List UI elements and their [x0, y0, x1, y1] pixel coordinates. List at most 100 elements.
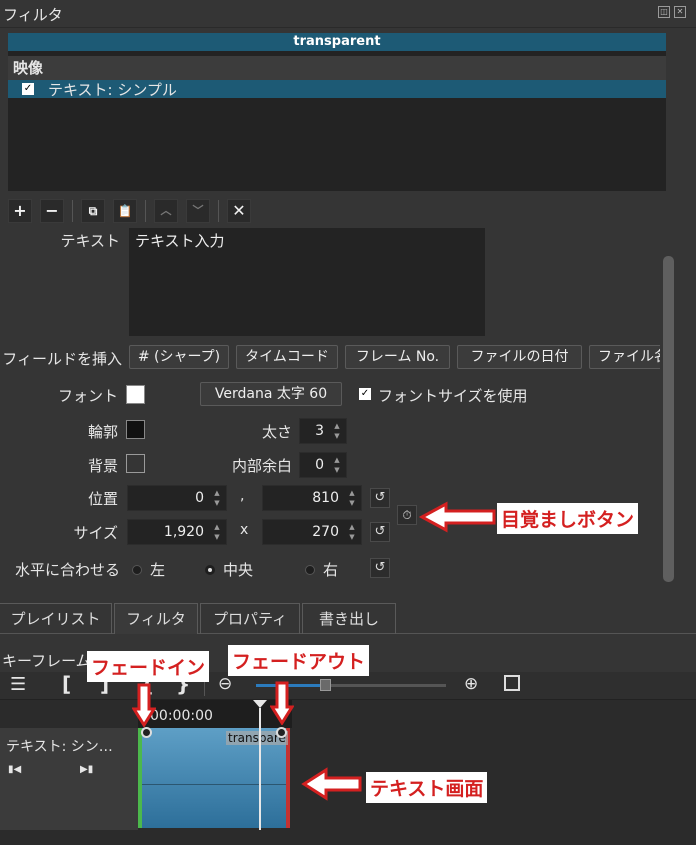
position-x-spinbox[interactable]: 0 ▲ ▼	[127, 485, 227, 511]
halign-center-radio[interactable]: 中央	[205, 559, 253, 580]
fade-out-annotation: フェードアウト	[228, 645, 370, 676]
spin-arrows-icon[interactable]: ▲ ▼	[345, 522, 359, 542]
fade-in-arrow-icon	[132, 683, 156, 727]
paste-filter-button[interactable]: 📋	[113, 199, 137, 223]
trim-in-icon[interactable]: [	[62, 672, 71, 696]
reset-size-button[interactable]: ↺	[370, 522, 390, 542]
halign-left-radio[interactable]: 左	[132, 559, 165, 580]
position-y-spinbox[interactable]: 810 ▲ ▼	[262, 485, 362, 511]
position-y-value: 810	[312, 490, 339, 506]
outline-label: 輪郭	[87, 423, 118, 441]
filter-item-label: テキスト: シンプル	[48, 80, 177, 99]
close-icon[interactable]: ✕	[674, 6, 686, 18]
use-font-size-label: フォントサイズを使用	[378, 387, 528, 405]
panel-title: フィルタ	[3, 6, 63, 24]
insert-file-date-button[interactable]: ファイルの日付	[457, 345, 582, 369]
fade-out-handle[interactable]	[276, 727, 287, 738]
timeline-clip[interactable]: transpare	[138, 728, 290, 828]
insert-filename-button[interactable]: ファイル名	[589, 345, 666, 369]
remove-filter-button[interactable]: −	[40, 199, 64, 223]
menu-icon[interactable]: ☰	[10, 674, 26, 695]
thickness-label: 太さ	[261, 423, 292, 441]
float-icon[interactable]: ◫	[658, 6, 670, 18]
reset-position-button[interactable]: ↺	[370, 488, 390, 508]
insert-field-label: フィールドを挿入	[2, 350, 122, 368]
position-x-value: 0	[195, 490, 204, 506]
filter-list-header: transparent	[8, 33, 666, 51]
filter-toolbar: + − ⧉ 📋 ︿ ﹀ ✕	[8, 199, 251, 223]
use-font-size-checkbox[interactable]: ✓	[359, 388, 371, 400]
panel-title-bar: フィルタ ◫ ✕	[0, 0, 696, 28]
tab-export[interactable]: 書き出し	[302, 603, 396, 634]
zoom-in-icon[interactable]: ⊕	[464, 674, 478, 694]
track-label: テキスト: シン…	[6, 739, 113, 755]
move-up-button[interactable]: ︿	[154, 199, 178, 223]
padding-label: 内部余白	[231, 457, 292, 475]
padding-spinbox[interactable]: 0 ▲ ▼	[299, 452, 347, 478]
prev-keyframe-icon[interactable]: ▮◀	[8, 764, 21, 775]
filter-list[interactable]: transparent 映像 ✓ テキスト: シンプル	[8, 33, 666, 191]
playhead[interactable]	[259, 708, 261, 830]
tab-filters[interactable]: フィルタ	[114, 603, 198, 634]
filter-enabled-checkbox[interactable]: ✓	[22, 83, 34, 95]
filter-category: 映像	[8, 56, 666, 80]
tab-properties[interactable]: プロパティ	[200, 603, 300, 634]
spin-arrows-icon[interactable]: ▲ ▼	[210, 488, 224, 508]
font-label: フォント	[57, 387, 118, 405]
insert-frame-button[interactable]: フレーム No.	[345, 345, 450, 369]
fade-in-annotation: フェードイン	[87, 651, 210, 682]
text-screen-arrow-icon	[301, 767, 362, 801]
toolbar-divider	[218, 200, 219, 222]
spin-arrows-icon[interactable]: ▲ ▼	[210, 522, 224, 542]
toolbar-divider	[145, 200, 146, 222]
deselect-filter-button[interactable]: ✕	[227, 199, 251, 223]
track-header: テキスト: シン… ▮◀ ▶▮	[0, 728, 138, 830]
background-color-swatch[interactable]	[126, 454, 145, 473]
alarm-arrow-icon	[418, 501, 496, 533]
spin-arrows-icon[interactable]: ▲ ▼	[330, 455, 344, 475]
size-width-spinbox[interactable]: 1,920 ▲ ▼	[127, 519, 227, 545]
spin-arrows-icon[interactable]: ▲ ▼	[330, 421, 344, 441]
filter-item-text-simple[interactable]: ✓ テキスト: シンプル	[8, 80, 666, 99]
outline-color-swatch[interactable]	[126, 420, 145, 439]
playhead-marker-icon[interactable]	[253, 700, 267, 708]
fade-in-handle[interactable]	[141, 727, 152, 738]
tab-playlist[interactable]: プレイリスト	[0, 603, 112, 634]
halign-label: 水平に合わせる	[14, 561, 120, 579]
toolbar-divider	[72, 200, 73, 222]
move-down-button[interactable]: ﹀	[186, 199, 210, 223]
clip-midline	[142, 784, 286, 785]
size-height-spinbox[interactable]: 270 ▲ ▼	[262, 519, 362, 545]
timecode-label: 00:00:00	[150, 708, 213, 724]
padding-value: 0	[315, 457, 324, 473]
next-keyframe-icon[interactable]: ▶▮	[80, 764, 93, 775]
keyframe-stopwatch-button[interactable]: ⏱	[397, 505, 417, 525]
fade-out-arrow-icon	[270, 681, 294, 725]
thickness-spinbox[interactable]: 3 ▲ ▼	[299, 418, 347, 444]
zoom-fit-icon[interactable]	[504, 675, 520, 691]
thickness-value: 3	[315, 423, 324, 439]
reset-halign-button[interactable]: ↺	[370, 558, 390, 578]
background-label: 背景	[87, 457, 118, 475]
size-separator: x	[240, 522, 249, 538]
insert-timecode-button[interactable]: タイムコード	[236, 345, 338, 369]
halign-left-label: 左	[150, 561, 166, 579]
radio-indicator-selected	[205, 564, 215, 575]
spin-arrows-icon[interactable]: ▲ ▼	[345, 488, 359, 508]
font-color-swatch[interactable]	[126, 385, 145, 404]
font-select-button[interactable]: Verdana 太字 60	[200, 382, 342, 406]
zoom-out-icon[interactable]: ⊖	[218, 674, 232, 694]
position-separator: ,	[240, 488, 245, 504]
copy-filter-button[interactable]: ⧉	[81, 199, 105, 223]
size-width-value: 1,920	[163, 524, 204, 540]
timeline-ruler[interactable]: 00:00:00	[138, 700, 292, 728]
zoom-slider-handle[interactable]	[320, 679, 331, 691]
text-screen-annotation: テキスト画面	[366, 772, 488, 803]
scrollbar-thumb[interactable]	[663, 256, 674, 582]
text-input[interactable]: テキスト入力	[129, 228, 485, 336]
add-filter-button[interactable]: +	[8, 199, 32, 223]
halign-center-label: 中央	[223, 561, 254, 579]
insert-hash-button[interactable]: # (シャープ)	[129, 345, 229, 369]
halign-right-radio[interactable]: 右	[305, 559, 338, 580]
radio-indicator	[305, 564, 315, 575]
